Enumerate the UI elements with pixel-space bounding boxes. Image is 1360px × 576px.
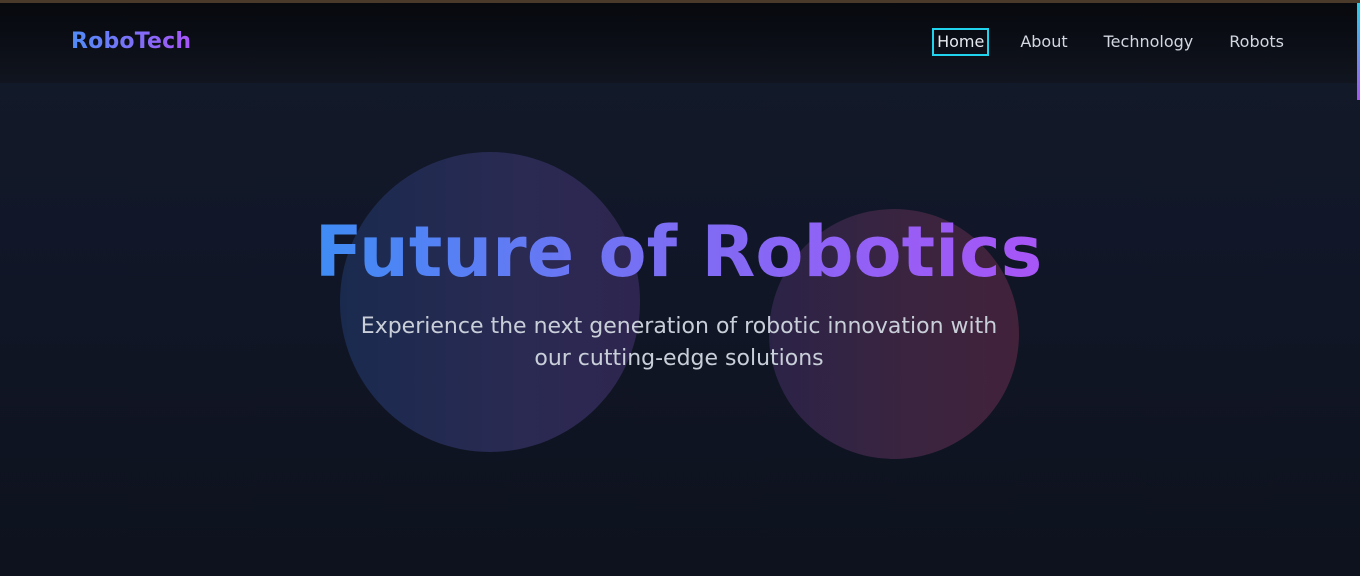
nav-link-technology[interactable]: Technology (1101, 30, 1197, 54)
nav-link-home[interactable]: Home (932, 28, 990, 56)
hero-subtitle: Experience the next generation of roboti… (360, 314, 998, 371)
hero-title: Future of Robotics (0, 210, 1357, 294)
nav-link-robots[interactable]: Robots (1226, 30, 1287, 54)
decorative-orb-left (340, 152, 640, 452)
hero-section: Future of Robotics Experience the next g… (0, 83, 1360, 576)
brand-logo[interactable]: RoboTech (71, 29, 191, 54)
nav-links: Home About Technology Robots (904, 28, 1287, 56)
hero-title-text: Future of Robotics (314, 211, 1043, 293)
nav-link-about[interactable]: About (1017, 30, 1070, 54)
navbar: RoboTech Home About Technology Robots (0, 3, 1357, 83)
page: RoboTech Home About Technology Robots Fu… (0, 0, 1360, 576)
